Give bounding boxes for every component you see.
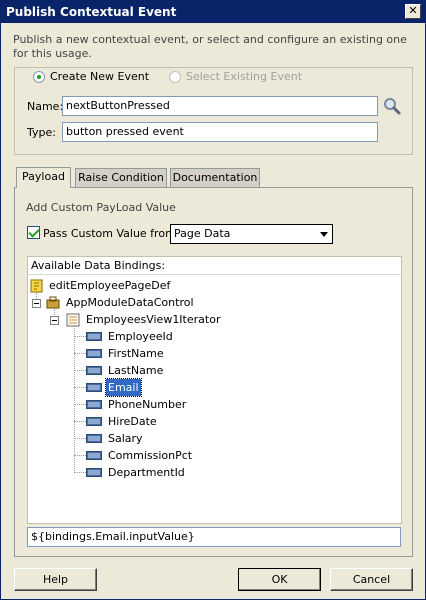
attribute-icon bbox=[86, 400, 102, 409]
tree-connector bbox=[74, 472, 86, 473]
attribute-icon bbox=[86, 417, 102, 426]
create-new-event-label: Create New Event bbox=[50, 70, 150, 83]
name-label: Name: bbox=[27, 100, 64, 113]
tree-connector bbox=[74, 438, 86, 439]
tree-node-attribute[interactable]: LastName bbox=[86, 362, 165, 379]
tree-connector bbox=[74, 421, 86, 422]
attribute-label: Email bbox=[105, 378, 142, 397]
tree-node-pagedef[interactable]: editEmployeePageDef bbox=[30, 277, 172, 294]
value-source-select[interactable]: Page Data bbox=[170, 224, 333, 244]
title-bar: Publish Contextual Event ✕ bbox=[1, 1, 425, 23]
tree-node-label: EmployeesView1Iterator bbox=[86, 313, 221, 326]
tree-node-attribute[interactable]: DepartmentId bbox=[86, 464, 187, 481]
tree-node-iterator[interactable]: EmployeesView1Iterator bbox=[66, 311, 222, 328]
attribute-label: HireDate bbox=[108, 415, 157, 428]
expression-field[interactable]: ${bindings.Email.inputValue} bbox=[27, 527, 401, 547]
select-existing-event-radio[interactable]: Select Existing Event bbox=[169, 70, 302, 83]
attribute-label: PhoneNumber bbox=[108, 398, 187, 411]
tree-node-datacontrol[interactable]: AppModuleDataControl bbox=[46, 294, 196, 311]
attribute-label: CommissionPct bbox=[108, 449, 193, 462]
tree-connector bbox=[74, 370, 86, 371]
cancel-button[interactable]: Cancel bbox=[330, 568, 413, 591]
attribute-icon bbox=[86, 468, 102, 477]
attribute-icon bbox=[86, 434, 102, 443]
collapse-icon[interactable] bbox=[32, 299, 41, 308]
tab-raise-condition[interactable]: Raise Condition bbox=[75, 168, 167, 188]
data-control-icon bbox=[46, 296, 60, 309]
tree-connector bbox=[74, 387, 86, 388]
search-icon[interactable] bbox=[382, 96, 402, 116]
attribute-label: LastName bbox=[108, 364, 164, 377]
tree-node-attribute[interactable]: HireDate bbox=[86, 413, 159, 430]
ok-button[interactable]: OK bbox=[238, 568, 321, 591]
type-field[interactable]: button pressed event bbox=[62, 122, 378, 142]
radio-unselected-icon bbox=[169, 70, 181, 83]
attribute-icon bbox=[86, 332, 102, 341]
tree-node-attribute[interactable]: EmployeeId bbox=[86, 328, 175, 345]
attribute-label: EmployeeId bbox=[108, 330, 173, 343]
tree-node-attribute[interactable]: FirstName bbox=[86, 345, 166, 362]
pass-custom-label: Pass Custom Value from: bbox=[43, 227, 180, 240]
tree-connector bbox=[74, 404, 86, 405]
tree-node-attribute[interactable]: Salary bbox=[86, 430, 145, 447]
data-bindings-tree[interactable]: Available Data Bindings: editEmployeePag… bbox=[27, 256, 402, 524]
tree-node-attribute[interactable]: PhoneNumber bbox=[86, 396, 188, 413]
select-existing-event-label: Select Existing Event bbox=[186, 70, 303, 83]
bindings-header: Available Data Bindings: bbox=[28, 257, 401, 275]
value-source-value: Page Data bbox=[174, 227, 231, 240]
attribute-icon bbox=[86, 383, 102, 392]
attribute-icon bbox=[86, 349, 102, 358]
attribute-label: FirstName bbox=[108, 347, 164, 360]
close-icon[interactable]: ✕ bbox=[405, 4, 421, 19]
payload-heading: Add Custom PayLoad Value bbox=[26, 201, 176, 214]
attribute-label: DepartmentId bbox=[108, 466, 185, 479]
tree-connector bbox=[74, 325, 75, 473]
tree-node-attribute[interactable]: CommissionPct bbox=[86, 447, 194, 464]
tree-connector bbox=[74, 353, 86, 354]
tab-documentation[interactable]: Documentation bbox=[170, 168, 260, 188]
type-label: Type: bbox=[27, 126, 56, 139]
attribute-label: Salary bbox=[108, 432, 143, 445]
create-new-event-radio[interactable]: Create New Event bbox=[33, 70, 149, 83]
help-button[interactable]: Help bbox=[14, 568, 97, 591]
tab-payload[interactable]: Payload bbox=[16, 167, 71, 188]
dialog-description: Publish a new contextual event, or selec… bbox=[13, 33, 407, 60]
attribute-icon bbox=[86, 451, 102, 460]
tree-connector bbox=[74, 336, 86, 337]
attribute-icon bbox=[86, 366, 102, 375]
chevron-down-icon bbox=[320, 232, 328, 237]
radio-selected-icon bbox=[33, 70, 45, 83]
name-field[interactable]: nextButtonPressed bbox=[62, 96, 378, 116]
payload-panel: Add Custom PayLoad Value Pass Custom Val… bbox=[14, 187, 413, 557]
collapse-icon[interactable] bbox=[50, 316, 59, 325]
tree-node-label: AppModuleDataControl bbox=[66, 296, 194, 309]
pass-custom-checkbox[interactable] bbox=[27, 226, 40, 239]
publish-event-dialog: Publish Contextual Event ✕ Publish a new… bbox=[0, 0, 426, 600]
page-definition-icon bbox=[30, 279, 43, 292]
tree-connector bbox=[74, 455, 86, 456]
tree-node-attribute-selected[interactable]: Email bbox=[86, 378, 142, 397]
iterator-icon bbox=[66, 313, 80, 326]
tree-node-label: editEmployeePageDef bbox=[49, 279, 171, 292]
window-title: Publish Contextual Event bbox=[6, 5, 177, 19]
